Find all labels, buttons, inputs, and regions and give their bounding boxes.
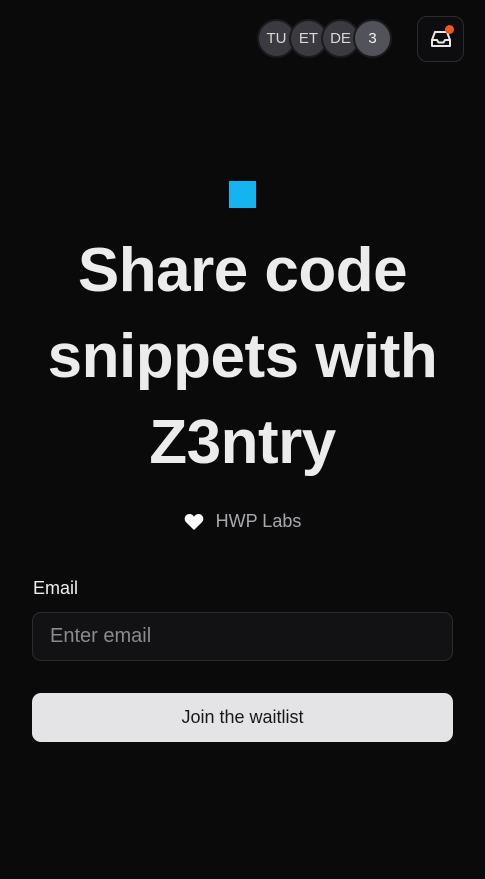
- heart-icon: [184, 513, 204, 531]
- avatar-overflow-count[interactable]: 3: [353, 19, 392, 58]
- inbox-button[interactable]: [417, 16, 464, 62]
- credit-text: HWP Labs: [215, 511, 302, 531]
- credit: HWP Labs: [0, 511, 485, 532]
- waitlist-page: TU ET DE 3 Share code snippets with Z3nt…: [0, 0, 485, 879]
- collaborator-avatars[interactable]: TU ET DE 3: [257, 19, 392, 58]
- notification-dot: [445, 25, 454, 34]
- email-field[interactable]: [32, 612, 453, 661]
- email-label: Email: [33, 578, 79, 598]
- page-title: Share code snippets with Z3ntry: [47, 236, 438, 477]
- join-waitlist-button[interactable]: Join the waitlist: [32, 693, 453, 742]
- app-logo: [229, 181, 256, 208]
